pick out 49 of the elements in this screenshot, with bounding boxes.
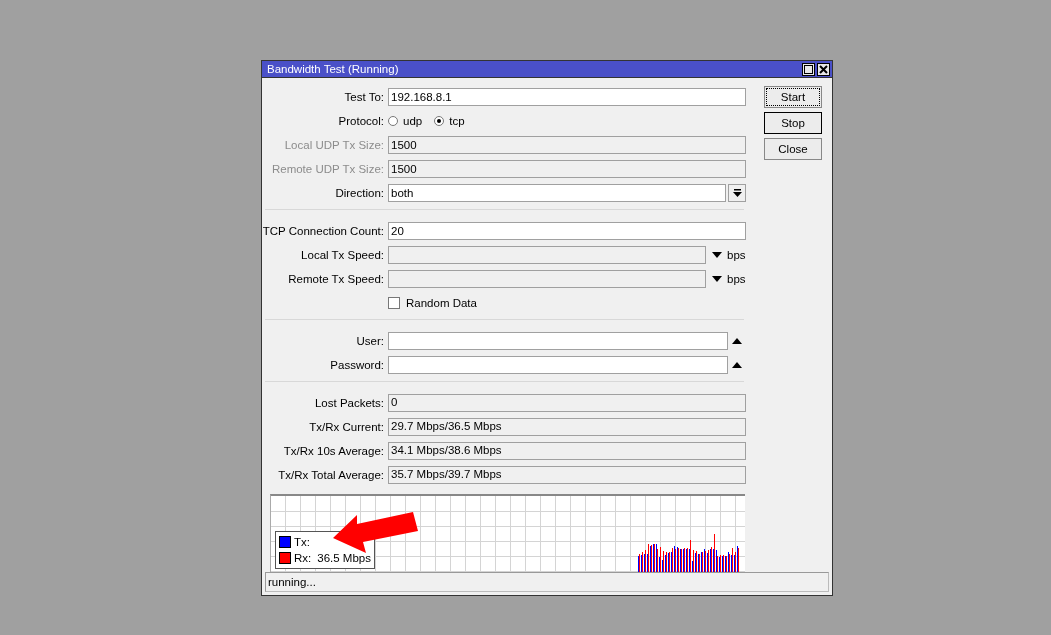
field-label: Remote UDP Tx Size: [270,163,384,175]
readout-field: 34.1 Mbps/38.6 Mbps [388,442,746,460]
legend-value: 36.5 Mbps [317,552,371,564]
text-field[interactable]: 192.168.8.1 [388,88,746,106]
legend-label: Rx: [294,552,312,564]
speed-field[interactable] [388,246,706,264]
checkbox-label: Random Data [406,297,477,309]
dialog-button[interactable]: Start [764,86,822,108]
field-label: Remote Tx Speed: [287,273,384,285]
text-field[interactable] [388,356,728,374]
field-label: Tx/Rx 10s Average: [282,445,384,457]
unit-label: bps [727,273,746,285]
readout-field: 35.7 Mbps/39.7 Mbps [388,466,746,484]
maximize-icon [804,64,813,74]
field-label: Direction: [334,187,384,199]
field-label: Password: [329,359,384,371]
dialog-button[interactable]: Stop [764,112,822,134]
field-label: TCP Connection Count: [262,225,384,237]
readout-field: 29.7 Mbps/36.5 Mbps [388,418,746,436]
maximize-button[interactable] [802,62,815,76]
checkbox[interactable] [388,297,400,309]
field-label: Protocol: [337,115,384,127]
field-label: User: [355,335,384,347]
dropdown-button[interactable] [728,184,746,202]
text-field[interactable] [388,332,728,350]
dialog-button[interactable]: Close [764,138,822,160]
text-field[interactable]: 20 [388,222,746,240]
status-bar: running... [265,572,829,592]
dropdown-arrow-icon [732,188,742,197]
close-button[interactable] [817,62,830,76]
expand-arrow-icon[interactable] [732,338,742,344]
window-title: Bandwidth Test (Running) [267,63,400,75]
expand-arrow-icon[interactable] [732,362,742,368]
radio-option[interactable]: tcp [434,115,465,127]
dropdown-arrow-icon[interactable] [712,252,722,258]
field-label: Local Tx Speed: [300,249,384,261]
speed-field[interactable] [388,270,706,288]
legend-label: Tx: [294,536,310,548]
readout-field: 0 [388,394,746,412]
field-label: Tx/Rx Current: [308,421,384,433]
field-label: Lost Packets: [313,397,384,409]
direction-dropdown[interactable]: both [388,184,726,202]
field-label: Test To: [343,91,384,103]
dropdown-arrow-icon[interactable] [712,276,722,282]
close-icon [819,64,828,74]
field-label: Tx/Rx Total Average: [277,469,384,481]
field-label: Local UDP Tx Size: [283,139,384,151]
unit-label: bps [727,249,746,261]
radio-option[interactable]: udp [388,115,423,127]
